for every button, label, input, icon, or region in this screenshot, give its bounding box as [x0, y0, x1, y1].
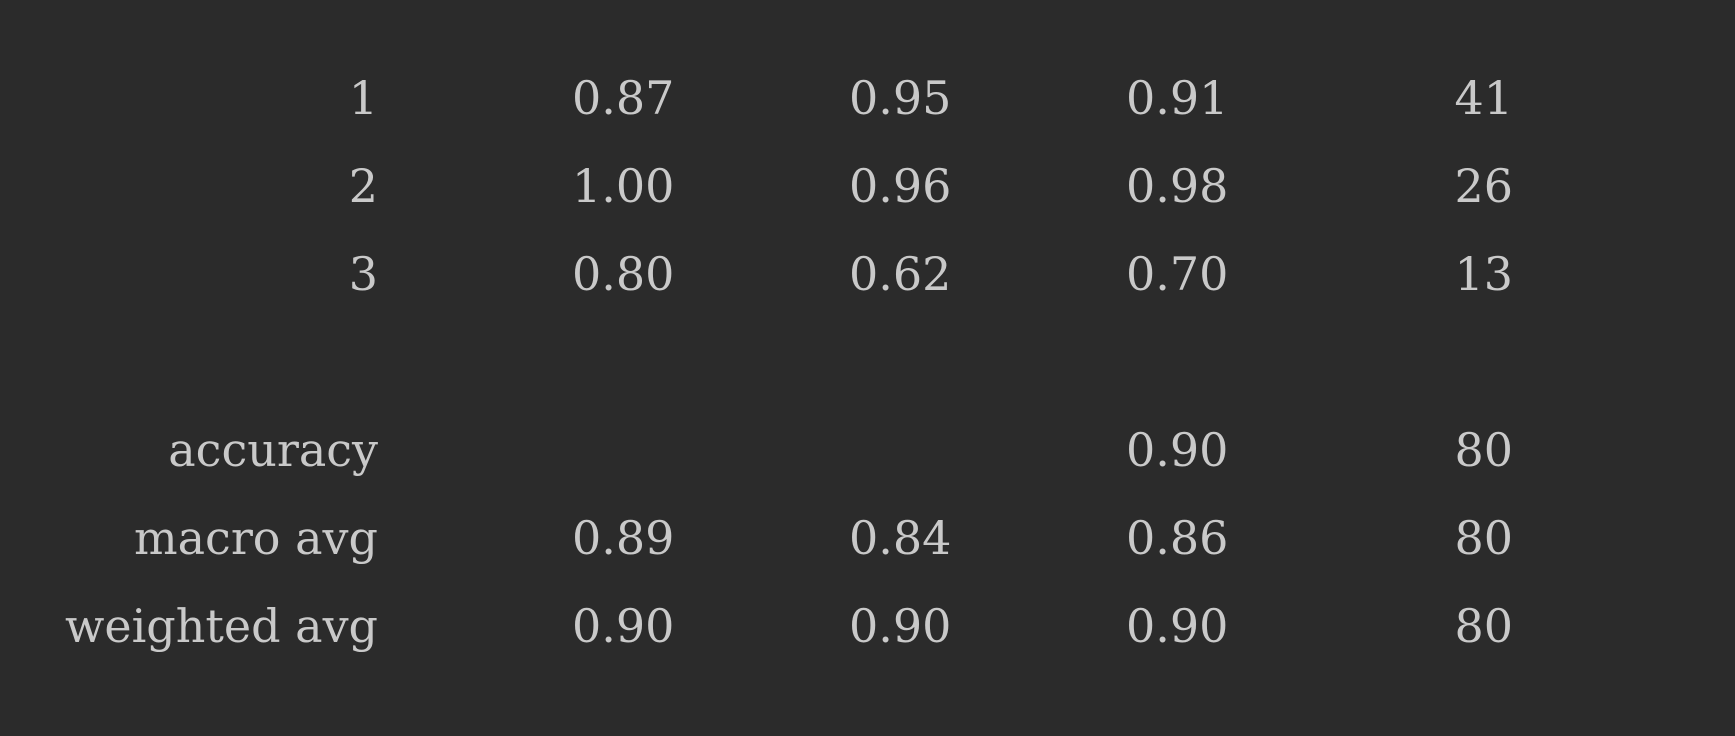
recall-value: 0.90 [849, 599, 952, 653]
f1-score-value: 0.90 [1126, 599, 1229, 653]
support-value: 80 [1454, 511, 1513, 565]
precision-value: 0.89 [572, 511, 675, 565]
report-row-accuracy: accuracy 0.90 80 [0, 420, 1735, 480]
support-value: 26 [1454, 159, 1513, 213]
report-row-class-1: 1 0.87 0.95 0.91 41 [0, 68, 1735, 128]
recall-value: 0.95 [849, 71, 952, 125]
f1-score-value: 0.90 [1126, 423, 1229, 477]
support-value: 80 [1454, 599, 1513, 653]
f1-score-value: 0.91 [1126, 71, 1229, 125]
row-label: weighted avg [64, 599, 378, 653]
report-row-weighted-avg: weighted avg 0.90 0.90 0.90 80 [0, 596, 1735, 656]
report-row-macro-avg: macro avg 0.89 0.84 0.86 80 [0, 508, 1735, 568]
precision-value: 1.00 [572, 159, 675, 213]
recall-value: 0.96 [849, 159, 952, 213]
recall-value: 0.62 [849, 247, 952, 301]
support-value: 80 [1454, 423, 1513, 477]
f1-score-value: 0.70 [1126, 247, 1229, 301]
f1-score-value: 0.86 [1126, 511, 1229, 565]
support-value: 41 [1454, 71, 1513, 125]
row-label: 1 [348, 71, 378, 125]
precision-value: 0.80 [572, 247, 675, 301]
report-row-class-2: 2 1.00 0.96 0.98 26 [0, 156, 1735, 216]
report-row-class-3: 3 0.80 0.62 0.70 13 [0, 244, 1735, 304]
row-label: 2 [348, 159, 378, 213]
precision-value: 0.90 [572, 599, 675, 653]
classification-report-output: 1 0.87 0.95 0.91 41 2 1.00 0.96 0.98 26 … [0, 0, 1735, 736]
row-label: accuracy [168, 423, 378, 477]
row-label: 3 [348, 247, 378, 301]
row-label: macro avg [134, 511, 378, 565]
recall-value: 0.84 [849, 511, 952, 565]
f1-score-value: 0.98 [1126, 159, 1229, 213]
precision-value: 0.87 [572, 71, 675, 125]
support-value: 13 [1454, 247, 1513, 301]
